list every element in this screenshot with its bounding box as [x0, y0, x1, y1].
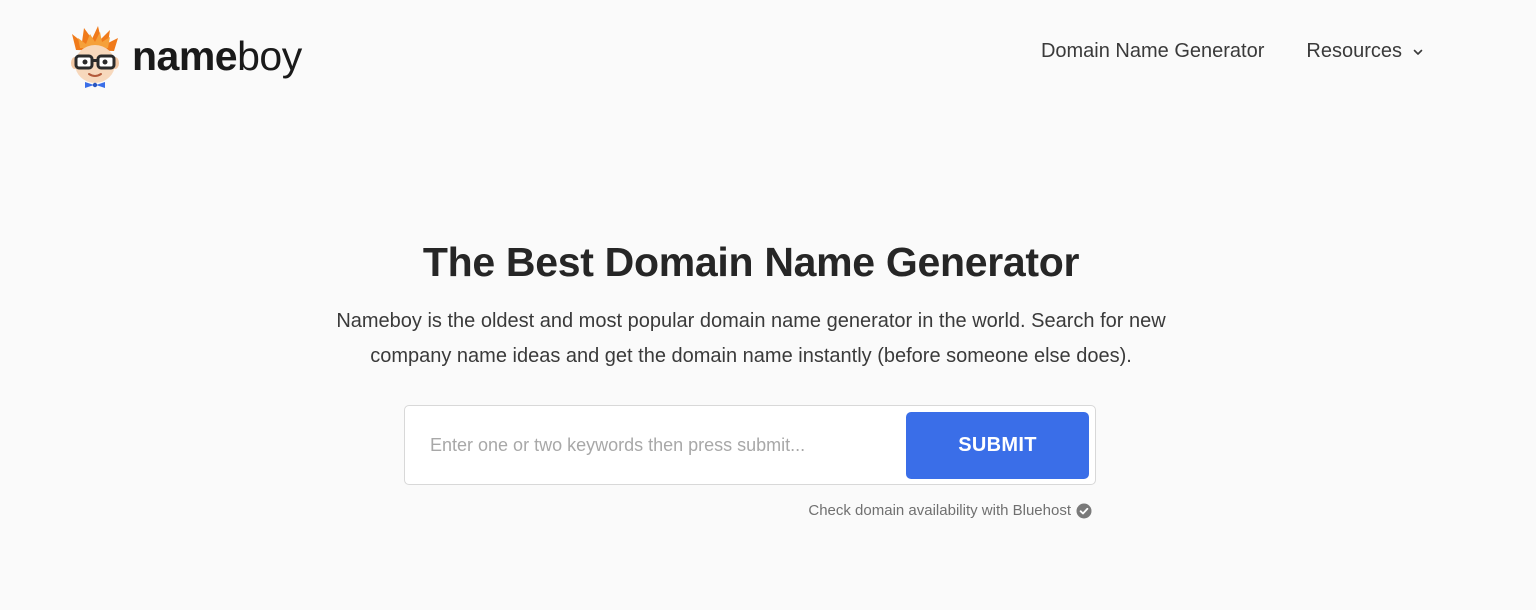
logo-wordmark-light: boy [237, 32, 302, 79]
availability-text: Check domain availability with Bluehost [808, 502, 1071, 519]
submit-button[interactable]: SUBMIT [906, 412, 1089, 479]
nav-item-label: Domain Name Generator [1040, 40, 1265, 62]
check-circle-icon [1076, 503, 1092, 518]
keyword-search-input[interactable] [413, 414, 893, 476]
hero-section: The Best Domain Name Generator Nameboy i… [0, 232, 1502, 374]
logo-wordmark: nameboy [132, 32, 302, 79]
main-nav: Domain Name Generator Resources [1041, 40, 1424, 63]
site-header: nameboy Domain Name Generator Resources [0, 0, 1536, 110]
nav-item-label: Resources [1306, 40, 1402, 62]
nerd-mascot-icon [71, 26, 119, 88]
bluehost-availability-link[interactable]: Check domain availability with Bluehost [808, 502, 1092, 519]
chevron-down-icon [1413, 49, 1423, 55]
page-title: The Best Domain Name Generator [422, 239, 1080, 285]
nav-item-resources[interactable]: Resources [1306, 40, 1424, 63]
search-form: SUBMIT [404, 405, 1096, 485]
logo-wordmark-bold: name [132, 32, 238, 79]
hero-description: Nameboy is the oldest and most popular d… [336, 310, 1166, 367]
site-logo[interactable]: nameboy [68, 24, 302, 88]
nav-item-domain-name-generator[interactable]: Domain Name Generator [1041, 40, 1264, 63]
